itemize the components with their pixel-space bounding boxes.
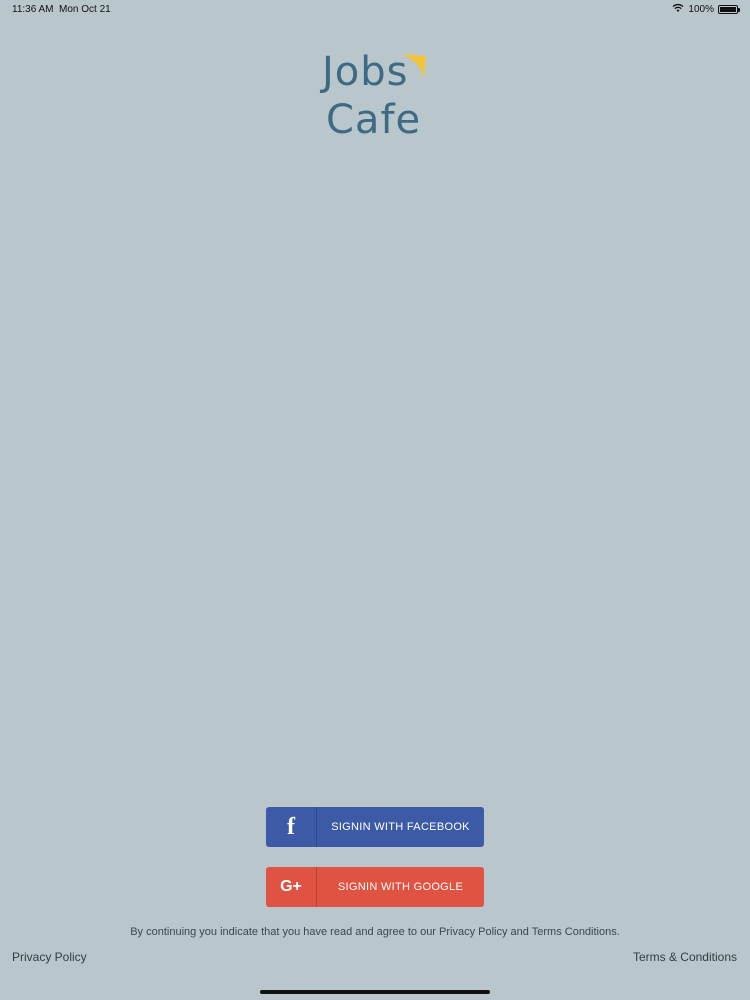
terms-disclaimer: By continuing you indicate that you have… — [130, 926, 620, 938]
status-bar: 11:36 AM Mon Oct 21 100% — [0, 0, 750, 20]
facebook-icon: f — [266, 807, 317, 847]
home-indicator[interactable] — [260, 990, 490, 994]
signin-google-button[interactable]: G+ SIGNIN WITH GOOGLE — [266, 867, 484, 907]
signin-facebook-button[interactable]: f SIGNIN WITH FACEBOOK — [266, 807, 484, 847]
signin-facebook-label: SIGNIN WITH FACEBOOK — [331, 821, 470, 833]
status-right: 100% — [672, 3, 740, 16]
status-date: Mon Oct 21 — [59, 4, 111, 15]
logo-line-cafe: Cafe — [326, 97, 422, 143]
wifi-icon — [672, 3, 684, 16]
status-time: 11:36 AM — [12, 4, 54, 15]
signin-google-label: SIGNIN WITH GOOGLE — [337, 881, 464, 893]
privacy-policy-link[interactable]: Privacy Policy — [12, 950, 87, 964]
terms-conditions-link[interactable]: Terms & Conditions — [633, 950, 737, 964]
battery-icon — [718, 5, 740, 14]
battery-percent: 100% — [688, 4, 714, 15]
google-plus-icon: G+ — [266, 867, 317, 907]
jobs-cafe-logo: Jobs Cafe — [322, 48, 432, 158]
logo-accent-icon — [402, 54, 426, 78]
battery-fill — [720, 7, 736, 12]
